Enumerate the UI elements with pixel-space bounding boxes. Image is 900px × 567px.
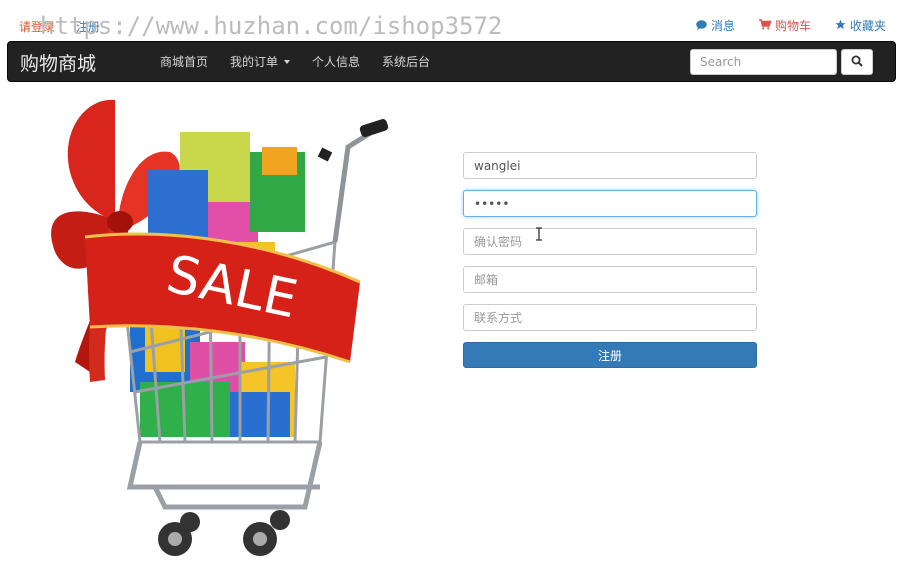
cart-link[interactable]: 购物车 <box>758 17 811 34</box>
confirm-password-field[interactable] <box>463 228 757 255</box>
favorites-label: 收藏夹 <box>849 19 886 33</box>
nav-home-label: 商城首页 <box>160 55 209 69</box>
register-button[interactable]: 注册 <box>463 342 757 368</box>
messages-link[interactable]: 消息 <box>696 17 735 34</box>
brand-logo[interactable]: 购物商城 <box>20 49 96 76</box>
top-bar: 请登录 注册 https://www.huzhan.com/ishop3572 … <box>0 0 900 40</box>
nav-home[interactable]: 商城首页 <box>160 53 208 70</box>
message-icon <box>696 19 707 33</box>
hero-shopping-cart-image: SALE <box>30 92 400 563</box>
top-links: 消息 购物车 收藏夹 <box>696 17 886 34</box>
favorites-link[interactable]: 收藏夹 <box>835 17 886 34</box>
text-cursor-icon <box>535 226 543 245</box>
search-input[interactable] <box>690 49 837 75</box>
nav-menu: 商城首页 我的订单 个人信息 系统后台 <box>160 42 430 81</box>
cart-icon <box>758 18 772 33</box>
star-icon <box>835 18 846 33</box>
caret-down-icon <box>284 59 291 64</box>
username-field[interactable] <box>463 152 757 179</box>
nav-my-orders-label: 我的订单 <box>230 55 279 69</box>
search-icon <box>851 55 863 70</box>
nav-profile[interactable]: 个人信息 <box>312 53 360 70</box>
nav-admin[interactable]: 系统后台 <box>382 53 430 70</box>
nav-admin-label: 系统后台 <box>382 55 431 69</box>
messages-label: 消息 <box>710 19 735 33</box>
email-field[interactable] <box>463 266 757 293</box>
nav-my-orders-dropdown[interactable]: 我的订单 <box>230 53 291 70</box>
phone-field[interactable] <box>463 304 757 331</box>
watermark: https://www.huzhan.com/ishop3572 <box>40 12 503 40</box>
password-field[interactable] <box>463 190 757 217</box>
main-navbar: 购物商城 商城首页 我的订单 个人信息 系统后台 <box>7 41 896 82</box>
cart-label: 购物车 <box>774 19 811 33</box>
nav-profile-label: 个人信息 <box>312 55 361 69</box>
search-button[interactable] <box>841 49 873 75</box>
register-form: 注册 <box>463 152 757 368</box>
